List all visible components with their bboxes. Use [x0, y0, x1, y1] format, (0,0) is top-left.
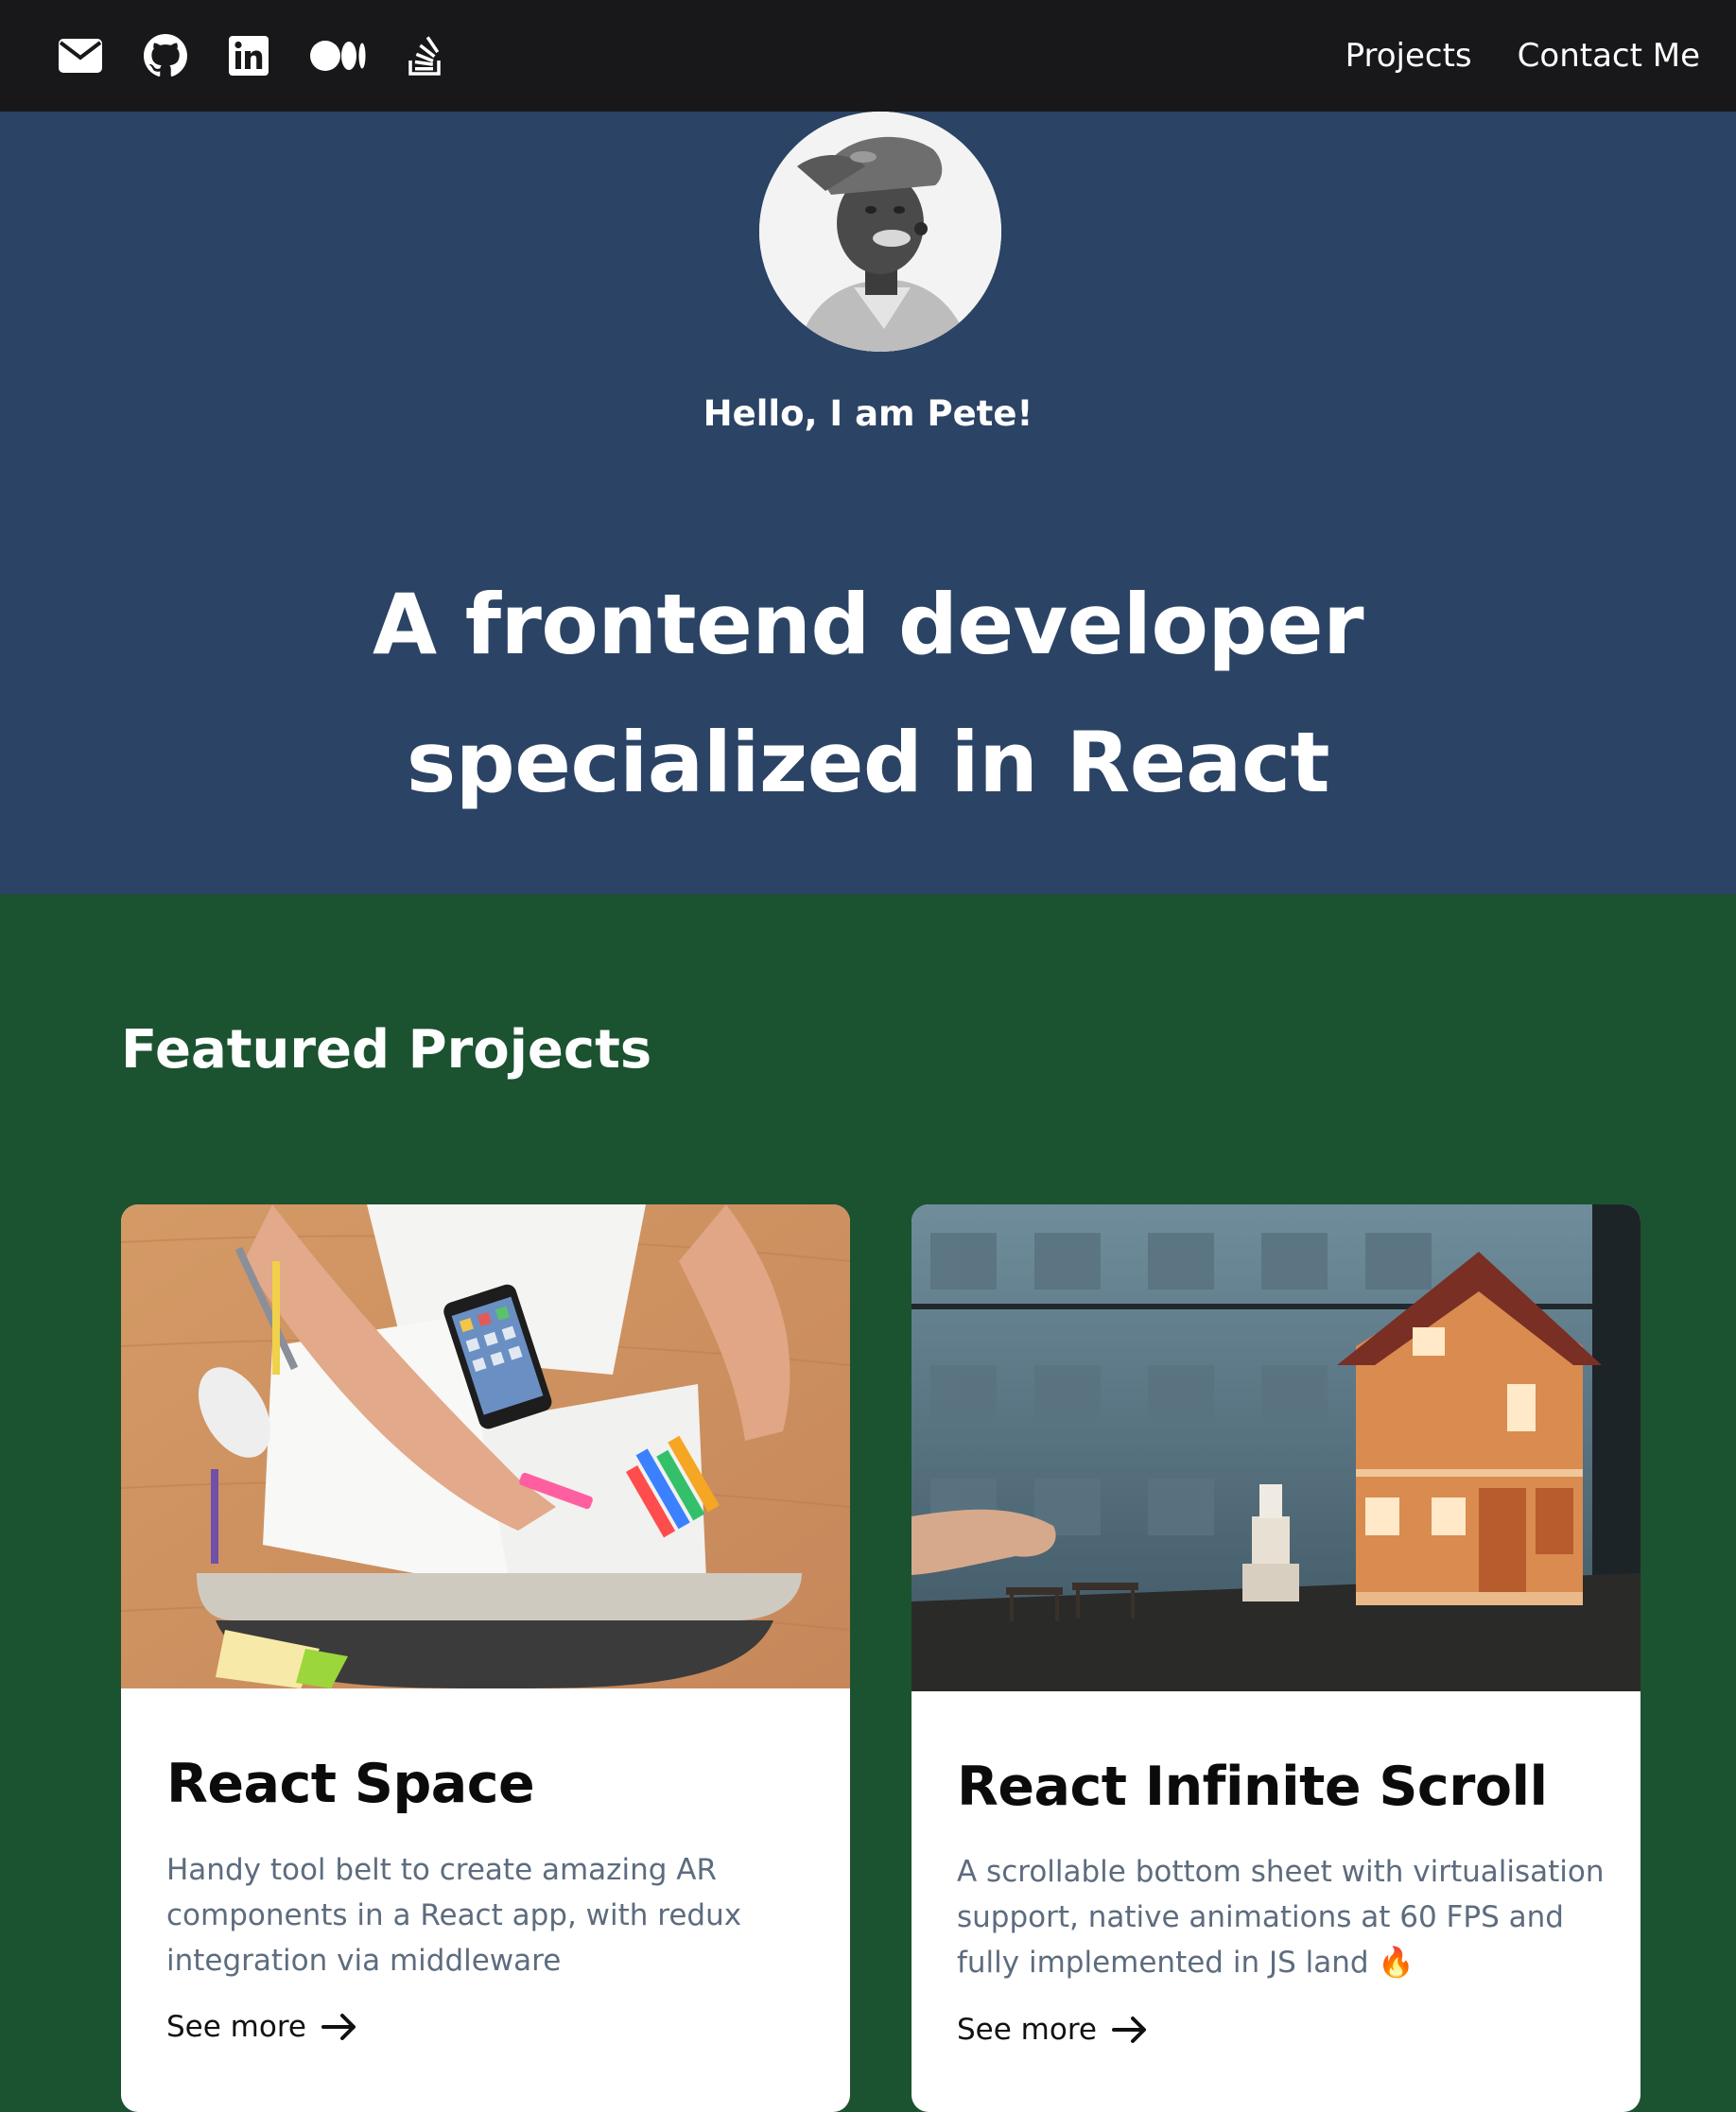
- hero-greeting: Hello, I am Pete!: [703, 393, 1033, 434]
- see-more-link[interactable]: See more: [166, 2010, 357, 2044]
- project-card-react-space: React Space Handy tool belt to create am…: [121, 1204, 850, 2112]
- email-link[interactable]: [59, 33, 102, 78]
- medium-icon: [310, 41, 366, 71]
- headline-line-1: A frontend developer: [373, 576, 1363, 673]
- top-navbar: Projects Contact Me: [0, 0, 1736, 112]
- project-image-desk-workspace: [121, 1204, 850, 1688]
- medium-link[interactable]: [310, 33, 367, 78]
- hero-headline: A frontend developer specialized in Reac…: [0, 556, 1736, 832]
- project-description: A scrollable bottom sheet with virtualis…: [957, 1855, 1605, 1980]
- see-more-label: See more: [166, 2010, 306, 2044]
- project-description: Handy tool belt to create amazing AR com…: [166, 1853, 742, 1978]
- github-link[interactable]: [144, 33, 187, 78]
- avatar: [759, 112, 1001, 352]
- arrow-right-icon: [1111, 2017, 1146, 2043]
- stackoverflow-icon: [408, 36, 441, 76]
- github-icon: [144, 34, 187, 77]
- see-more-label: See more: [957, 2013, 1097, 2047]
- linkedin-link[interactable]: [229, 33, 269, 78]
- nav-projects-link[interactable]: Projects: [1345, 37, 1472, 75]
- linkedin-icon: [229, 36, 269, 76]
- see-more-link[interactable]: See more: [957, 2013, 1148, 2047]
- arrow-right-icon: [321, 2014, 356, 2040]
- project-title: React Space: [166, 1753, 535, 1815]
- project-card-react-infinite-scroll: React Infinite Scroll A scrollable botto…: [911, 1204, 1641, 2112]
- nav-contact-link[interactable]: Contact Me: [1518, 37, 1700, 75]
- project-image-dollhouse: [911, 1204, 1641, 1691]
- stackoverflow-link[interactable]: [408, 33, 443, 78]
- envelope-icon: [59, 39, 102, 73]
- project-title: React Infinite Scroll: [957, 1756, 1548, 1818]
- hero-section: Hello, I am Pete! A frontend developer s…: [0, 112, 1736, 894]
- social-links: [59, 33, 443, 78]
- headline-line-2: specialized in React: [406, 714, 1330, 811]
- projects-section-title: Featured Projects: [121, 1019, 652, 1081]
- main-nav: Projects Contact Me: [1345, 37, 1700, 75]
